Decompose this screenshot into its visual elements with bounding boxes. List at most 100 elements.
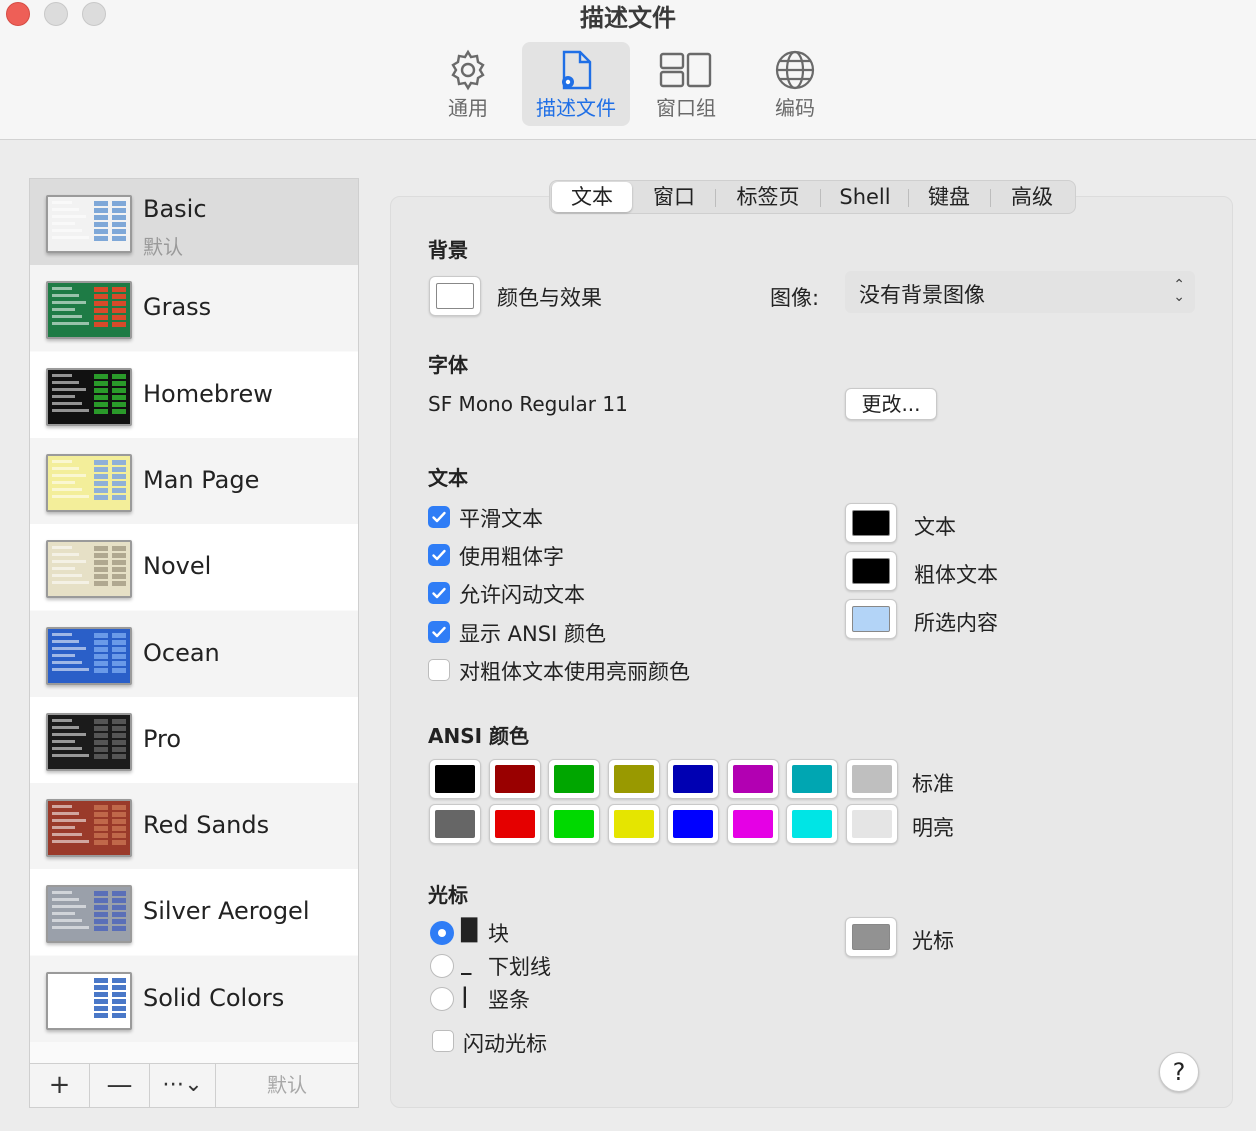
ansi-standard-color-4[interactable] (667, 759, 719, 799)
profile-item[interactable]: Ocean (30, 610, 358, 697)
ansi-bright-color-6[interactable] (786, 804, 838, 844)
ansi-standard-color-7[interactable] (845, 759, 898, 799)
ansi-standard-color-2[interactable] (548, 759, 600, 799)
profile-name: Homebrew (143, 379, 273, 408)
tab-separator (820, 189, 821, 207)
add-profile-button[interactable]: + (30, 1064, 90, 1107)
ansi-color-swatch (673, 765, 713, 793)
profile-thumbnail (46, 971, 132, 1030)
ansi-bright-color-5[interactable] (726, 804, 779, 844)
profile-item[interactable]: Homebrew (30, 351, 358, 438)
profile-name: Novel (143, 552, 212, 581)
more-actions-button[interactable]: ⋯⌄ (150, 1064, 216, 1107)
tab-separator (715, 189, 716, 207)
ansi-color-swatch (554, 765, 594, 793)
toolbar-window-groups-label: 窗口组 (656, 96, 716, 120)
cursor-style-label: 块 (488, 922, 509, 946)
text-color-button[interactable] (845, 551, 897, 591)
background-color-swatch (436, 283, 474, 309)
profile-default-badge: 默认 (143, 235, 183, 259)
tab-shell[interactable]: Shell (823, 182, 907, 212)
profiles-sidebar: Basic 默认 Grass Homebrew Man Page Novel Ocean Pr… (29, 178, 359, 1108)
text-color-button[interactable] (845, 599, 897, 639)
change-font-button[interactable]: 更改... (845, 388, 937, 420)
profile-name: Solid Colors (143, 983, 285, 1012)
text-option-label: 使用粗体字 (459, 545, 564, 569)
tab-tabs[interactable]: 标签页 (718, 182, 818, 212)
cursor-style-radio[interactable] (430, 987, 454, 1011)
profile-item[interactable]: Red Sands (30, 783, 358, 870)
ansi-color-swatch (732, 810, 773, 838)
ansi-standard-color-0[interactable] (429, 759, 481, 799)
profile-thumbnail (46, 799, 132, 858)
text-option-checkbox[interactable] (428, 544, 450, 566)
set-default-button[interactable]: 默认 (216, 1064, 358, 1107)
tab-bar: 文本 窗口 标签页 Shell 键盘 高级 (549, 180, 1076, 214)
text-option-checkbox[interactable] (428, 659, 450, 681)
ansi-color-swatch (613, 765, 654, 793)
text-option-label: 对粗体文本使用亮丽颜色 (459, 660, 690, 684)
profile-item[interactable]: Solid Colors (30, 955, 358, 1042)
profile-name: Basic (143, 195, 207, 223)
background-color-button[interactable] (429, 276, 481, 316)
text-option-checkbox[interactable] (428, 582, 450, 604)
text-option-checkbox[interactable] (428, 621, 450, 643)
tab-separator (908, 189, 909, 207)
profile-thumbnail (46, 626, 132, 685)
tab-keyboard[interactable]: 键盘 (911, 182, 987, 212)
profile-item[interactable]: Man Page (30, 437, 358, 524)
text-color-button[interactable] (845, 503, 897, 543)
profile-item[interactable]: Pro (30, 696, 358, 783)
tab-advanced[interactable]: 高级 (993, 182, 1071, 212)
ansi-color-swatch (851, 810, 892, 838)
toolbar-profiles[interactable]: 描述文件 (522, 42, 630, 126)
profile-thumbnail (46, 453, 132, 512)
window-group-icon (659, 52, 712, 88)
profile-item[interactable]: Grass (30, 265, 358, 352)
sidebar-footer: + — ⋯⌄ 默认 (30, 1063, 358, 1107)
cursor-color-swatch (852, 924, 890, 950)
ansi-bright-color-1[interactable] (488, 804, 541, 844)
ansi-standard-color-3[interactable] (607, 759, 660, 799)
toolbar-window-groups[interactable]: 窗口组 (632, 42, 740, 126)
globe-icon (775, 50, 815, 90)
ansi-bright-color-3[interactable] (607, 804, 660, 844)
text-option-label: 显示 ANSI 颜色 (459, 622, 606, 646)
toolbar-general-label: 通用 (448, 96, 488, 120)
ansi-bright-color-4[interactable] (667, 804, 719, 844)
gear-icon (451, 49, 485, 91)
profile-item[interactable]: Novel (30, 524, 358, 611)
ansi-color-swatch (673, 810, 713, 838)
blink-cursor-label: 闪动光标 (463, 1032, 547, 1056)
cursor-color-button[interactable] (845, 917, 897, 957)
tab-window[interactable]: 窗口 (636, 182, 712, 212)
ansi-bright-color-0[interactable] (429, 804, 481, 844)
ansi-color-swatch (435, 765, 475, 793)
ansi-bright-color-2[interactable] (548, 804, 600, 844)
cursor-style-radio[interactable] (430, 921, 454, 945)
cursor-style-radio[interactable] (430, 954, 454, 978)
ansi-color-swatch (792, 765, 832, 793)
text-option-checkbox[interactable] (428, 506, 450, 528)
profile-name: Silver Aerogel (143, 897, 310, 926)
ansi-color-swatch (494, 765, 535, 793)
ansi-standard-color-6[interactable] (786, 759, 838, 799)
tab-text[interactable]: 文本 (552, 182, 632, 212)
ansi-color-swatch (494, 810, 535, 838)
profile-name: Man Page (143, 465, 260, 494)
help-button[interactable]: ? (1159, 1052, 1199, 1092)
toolbar-encodings[interactable]: 编码 (741, 42, 849, 126)
ansi-bright-color-7[interactable] (845, 804, 898, 844)
ansi-color-swatch (613, 810, 654, 838)
profile-item[interactable]: Basic 默认 (30, 179, 358, 265)
ansi-standard-color-5[interactable] (726, 759, 779, 799)
background-image-select[interactable]: 没有背景图像 ⌃ ⌄ (845, 271, 1195, 313)
blink-cursor-checkbox[interactable] (432, 1030, 454, 1052)
remove-profile-button[interactable]: — (90, 1064, 150, 1107)
toolbar-general[interactable]: 通用 (414, 42, 522, 126)
background-image-value: 没有背景图像 (859, 283, 985, 307)
ansi-standard-color-1[interactable] (488, 759, 541, 799)
color-effects-label: 颜色与效果 (497, 286, 602, 310)
profile-item[interactable]: Silver Aerogel (30, 869, 358, 956)
toolbar-encodings-label: 编码 (775, 96, 815, 120)
